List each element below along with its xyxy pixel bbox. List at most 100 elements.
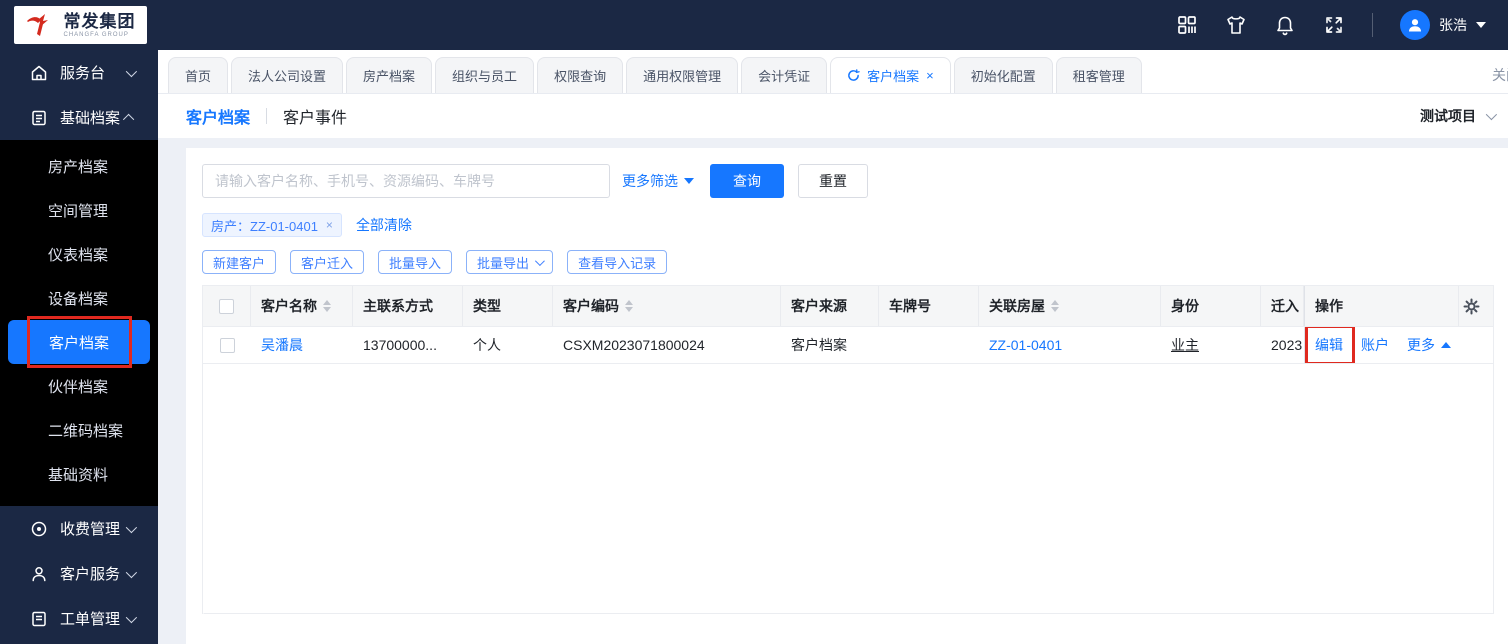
refresh-icon[interactable] xyxy=(847,69,860,82)
column-label: 客户来源 xyxy=(791,298,847,314)
row-checkbox[interactable] xyxy=(219,337,235,353)
tab-init-config[interactable]: 初始化配置 xyxy=(953,57,1053,93)
sub-item-label: 客户档案 xyxy=(48,334,109,352)
select-all-checkbox[interactable] xyxy=(219,298,234,314)
col-plate-number: 车牌号 xyxy=(879,286,979,326)
batch-import-button[interactable]: 批量导入 xyxy=(378,250,453,274)
tab-close-icon[interactable]: × xyxy=(926,68,934,83)
col-linked-house[interactable]: 关联房屋 xyxy=(979,286,1161,326)
view-import-records-button[interactable]: 查看导入记录 xyxy=(567,250,668,274)
sidebar-item-meter-archives[interactable]: 仪表档案 xyxy=(0,232,158,276)
sidebar-item-fee-management[interactable]: 收费管理 xyxy=(0,506,158,551)
tab-property-archives[interactable]: 房产档案 xyxy=(346,57,433,93)
col-customer-source: 客户来源 xyxy=(781,286,879,326)
sidebar-item-property-archives[interactable]: 房产档案 xyxy=(0,144,158,188)
header-divider xyxy=(266,108,268,124)
reset-button[interactable]: 重置 xyxy=(798,164,868,198)
col-customer-code[interactable]: 客户编码 xyxy=(553,286,781,326)
logo-title: 常发集团 xyxy=(63,11,136,31)
search-toolbar: 更多筛选 查询 重置 xyxy=(202,164,1494,198)
target-icon xyxy=(30,520,48,538)
search-input[interactable] xyxy=(202,164,610,198)
sidebar-item-workorder-management[interactable]: 工单管理 xyxy=(0,596,158,641)
account-link[interactable]: 账户 xyxy=(1361,335,1389,355)
bell-icon[interactable] xyxy=(1274,14,1296,36)
sidebar-item-basic-archives[interactable]: 基础档案 xyxy=(0,95,158,140)
button-label: 客户迁入 xyxy=(301,255,354,271)
sidebar-item-space-management[interactable]: 空间管理 xyxy=(0,188,158,232)
button-label: 批量导入 xyxy=(389,255,442,271)
tab-permission-query[interactable]: 权限查询 xyxy=(537,57,624,93)
source-cell: 客户档案 xyxy=(791,337,847,353)
sidebar-submenu: 房产档案 空间管理 仪表档案 设备档案 客户档案 伙伴档案 二维码档案 基础资料 xyxy=(0,140,158,506)
tab-org-employees[interactable]: 组织与员工 xyxy=(435,57,535,93)
sidebar-item-customer-service[interactable]: 客户服务 xyxy=(0,551,158,596)
edit-link[interactable]: 编辑 xyxy=(1315,335,1343,355)
filter-row: 房产：ZZ-01-0401 × 全部清除 xyxy=(202,213,1494,237)
tab-customer-archives[interactable]: 客户档案 × xyxy=(830,57,951,93)
tab-accounting-voucher[interactable]: 会计凭证 xyxy=(741,57,828,93)
tab-label: 法人公司设置 xyxy=(248,69,327,84)
document-icon xyxy=(30,610,48,628)
query-button[interactable]: 查询 xyxy=(710,164,784,198)
column-label: 身份 xyxy=(1171,298,1199,314)
tag-close-icon[interactable]: × xyxy=(326,218,333,232)
sidebar-item-device-archives[interactable]: 设备档案 xyxy=(0,276,158,320)
tab-tenant-management[interactable]: 租客管理 xyxy=(1055,57,1142,93)
sub-item-label: 基础资料 xyxy=(48,466,109,484)
sort-icon[interactable] xyxy=(625,300,633,312)
caret-down-icon xyxy=(684,178,694,184)
project-selector[interactable]: 测试项目 xyxy=(1420,106,1498,126)
chevron-up-icon xyxy=(122,113,135,125)
sub-item-label: 空间管理 xyxy=(48,202,109,220)
theme-shirt-icon[interactable] xyxy=(1225,14,1247,36)
sort-icon[interactable] xyxy=(323,300,331,312)
user-menu[interactable]: 张浩 xyxy=(1400,10,1486,40)
customer-name-link[interactable]: 吴潘晨 xyxy=(261,335,303,355)
new-customer-button[interactable]: 新建客户 xyxy=(202,250,277,274)
logo-subtitle: CHANGFA GROUP xyxy=(63,31,129,38)
chevron-down-icon xyxy=(125,566,138,578)
sidebar-item-qrcode-archives[interactable]: 二维码档案 xyxy=(0,408,158,452)
tab-general-permission[interactable]: 通用权限管理 xyxy=(626,57,739,93)
house-link[interactable]: ZZ-01-0401 xyxy=(989,337,1062,353)
customer-movein-button[interactable]: 客户迁入 xyxy=(290,250,365,274)
sub-item-label: 二维码档案 xyxy=(48,422,124,440)
chevron-down-icon xyxy=(1485,108,1498,121)
tab-label: 房产档案 xyxy=(363,69,416,84)
chevron-down-icon xyxy=(125,521,138,533)
sidebar-item-partner-archives[interactable]: 伙伴档案 xyxy=(0,364,158,408)
sidebar-item-customer-archives[interactable]: 客户档案 xyxy=(8,316,150,368)
home-icon xyxy=(30,64,48,82)
col-customer-name[interactable]: 客户名称 xyxy=(251,286,353,326)
col-type: 类型 xyxy=(463,286,553,326)
fullscreen-icon[interactable] xyxy=(1323,14,1345,36)
more-link[interactable]: 更多 xyxy=(1407,335,1451,355)
close-tabs-button[interactable]: 关闭 xyxy=(1492,65,1508,85)
row-select-cell xyxy=(203,327,251,363)
chevron-down-icon xyxy=(535,255,545,266)
sidebar-item-label: 基础档案 xyxy=(60,110,121,127)
sidebar-item-basic-data[interactable]: 基础资料 xyxy=(0,452,158,496)
page-tab-customer-events[interactable]: 客户事件 xyxy=(283,104,347,128)
sidebar-item-service-desk[interactable]: 服务台 xyxy=(0,50,158,95)
caret-up-icon xyxy=(1441,342,1451,348)
topbar: 常发集团 CHANGFA GROUP 张浩 xyxy=(0,0,1508,50)
apps-grid-icon[interactable] xyxy=(1176,14,1198,36)
page-tab-customer-archives[interactable]: 客户档案 xyxy=(186,104,250,128)
movein-cell: 2023 xyxy=(1271,337,1303,353)
sub-item-label: 设备档案 xyxy=(48,290,109,308)
clear-all-link[interactable]: 全部清除 xyxy=(356,215,412,235)
tab-label: 权限查询 xyxy=(554,69,607,84)
batch-export-button[interactable]: 批量导出 xyxy=(466,250,554,274)
column-label: 类型 xyxy=(473,298,501,314)
tab-legal-company-setup[interactable]: 法人公司设置 xyxy=(231,57,344,93)
gear-icon[interactable] xyxy=(1463,298,1480,315)
more-label: 更多 xyxy=(1407,337,1435,353)
tab-home[interactable]: 首页 xyxy=(168,57,229,93)
content-area: 更多筛选 查询 重置 房产：ZZ-01-0401 × 全部清除 xyxy=(158,138,1508,644)
phone-cell: 13700000... xyxy=(363,337,437,353)
chevron-down-icon xyxy=(125,65,138,77)
more-filters-button[interactable]: 更多筛选 xyxy=(622,171,694,191)
sort-icon[interactable] xyxy=(1051,300,1059,312)
